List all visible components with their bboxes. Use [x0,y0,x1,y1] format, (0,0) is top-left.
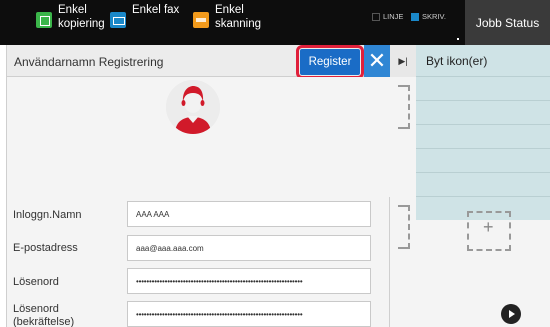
fax-icon [110,12,126,28]
scan-icon [193,12,209,28]
skip-forward-icon: ▶︎| [398,55,408,66]
collapse-panel-button[interactable]: ▶︎| [390,45,416,77]
empty-slot-outline [398,85,410,129]
simple-scan-button[interactable]: Enkel skanning [193,0,275,45]
dialog-header: Användarnamn Registrering Register ✕ [7,45,391,79]
plus-icon: + [483,217,494,237]
top-bar: Enkel kopiering Enkel fax Enkel skanning… [0,0,550,45]
change-icons-label: Byt ikon(er) [426,53,488,68]
simple-copy-label: Enkel kopiering [58,4,105,30]
login-name-label: Inloggn.Namn [13,209,82,221]
password-input[interactable]: ••••••••••••••••••••••••••••••••••••••••… [127,268,371,294]
next-page-button[interactable] [501,304,521,324]
print-indicator-label: SKRIV. [422,12,446,21]
avatar-area [7,77,391,197]
panel-row [416,125,550,149]
change-icons-item[interactable]: Byt ikon(er) [416,45,550,77]
simple-scan-label: Enkel skanning [215,4,262,30]
close-button[interactable]: ✕ [364,45,390,77]
empty-slot-outline [398,205,410,249]
password-confirm-input[interactable]: ••••••••••••••••••••••••••••••••••••••••… [127,301,371,327]
print-indicator-light [411,12,419,21]
email-label: E-postadress [13,242,78,254]
status-dot [457,38,459,40]
login-name-input[interactable]: AAA AAA [127,201,371,227]
simple-fax-button[interactable]: Enkel fax [110,0,184,45]
change-icons-panel: Byt ikon(er) [416,45,550,220]
avatar[interactable] [166,80,220,134]
job-status-button[interactable]: Jobb Status [465,0,550,45]
close-icon: ✕ [367,48,387,73]
email-input[interactable]: aaa@aaa.aaa.com [127,235,371,261]
simple-fax-label: Enkel fax [132,4,180,16]
panel-row [416,149,550,173]
print-indicator: SKRIV. [411,12,446,21]
line-indicator: LINJE [372,12,403,21]
panel-row [416,101,550,125]
user-silhouette-icon [166,80,220,134]
dialog-title: Användarnamn Registrering [14,55,164,69]
panel-row [416,173,550,197]
simple-copy-button[interactable]: Enkel kopiering [36,0,110,45]
password-confirm-label: Lösenord (bekräftelse) [13,303,75,327]
right-panel: ▶︎| Byt ikon(er) + [390,45,550,327]
line-indicator-label: LINJE [383,12,404,21]
password-label: Lösenord [13,276,59,288]
user-registration-dialog: Användarnamn Registrering Register ✕ Inl… [6,45,391,327]
register-button[interactable]: Register [300,49,360,75]
panel-row [416,77,550,101]
line-indicator-light [372,12,380,21]
copy-icon [36,12,52,28]
